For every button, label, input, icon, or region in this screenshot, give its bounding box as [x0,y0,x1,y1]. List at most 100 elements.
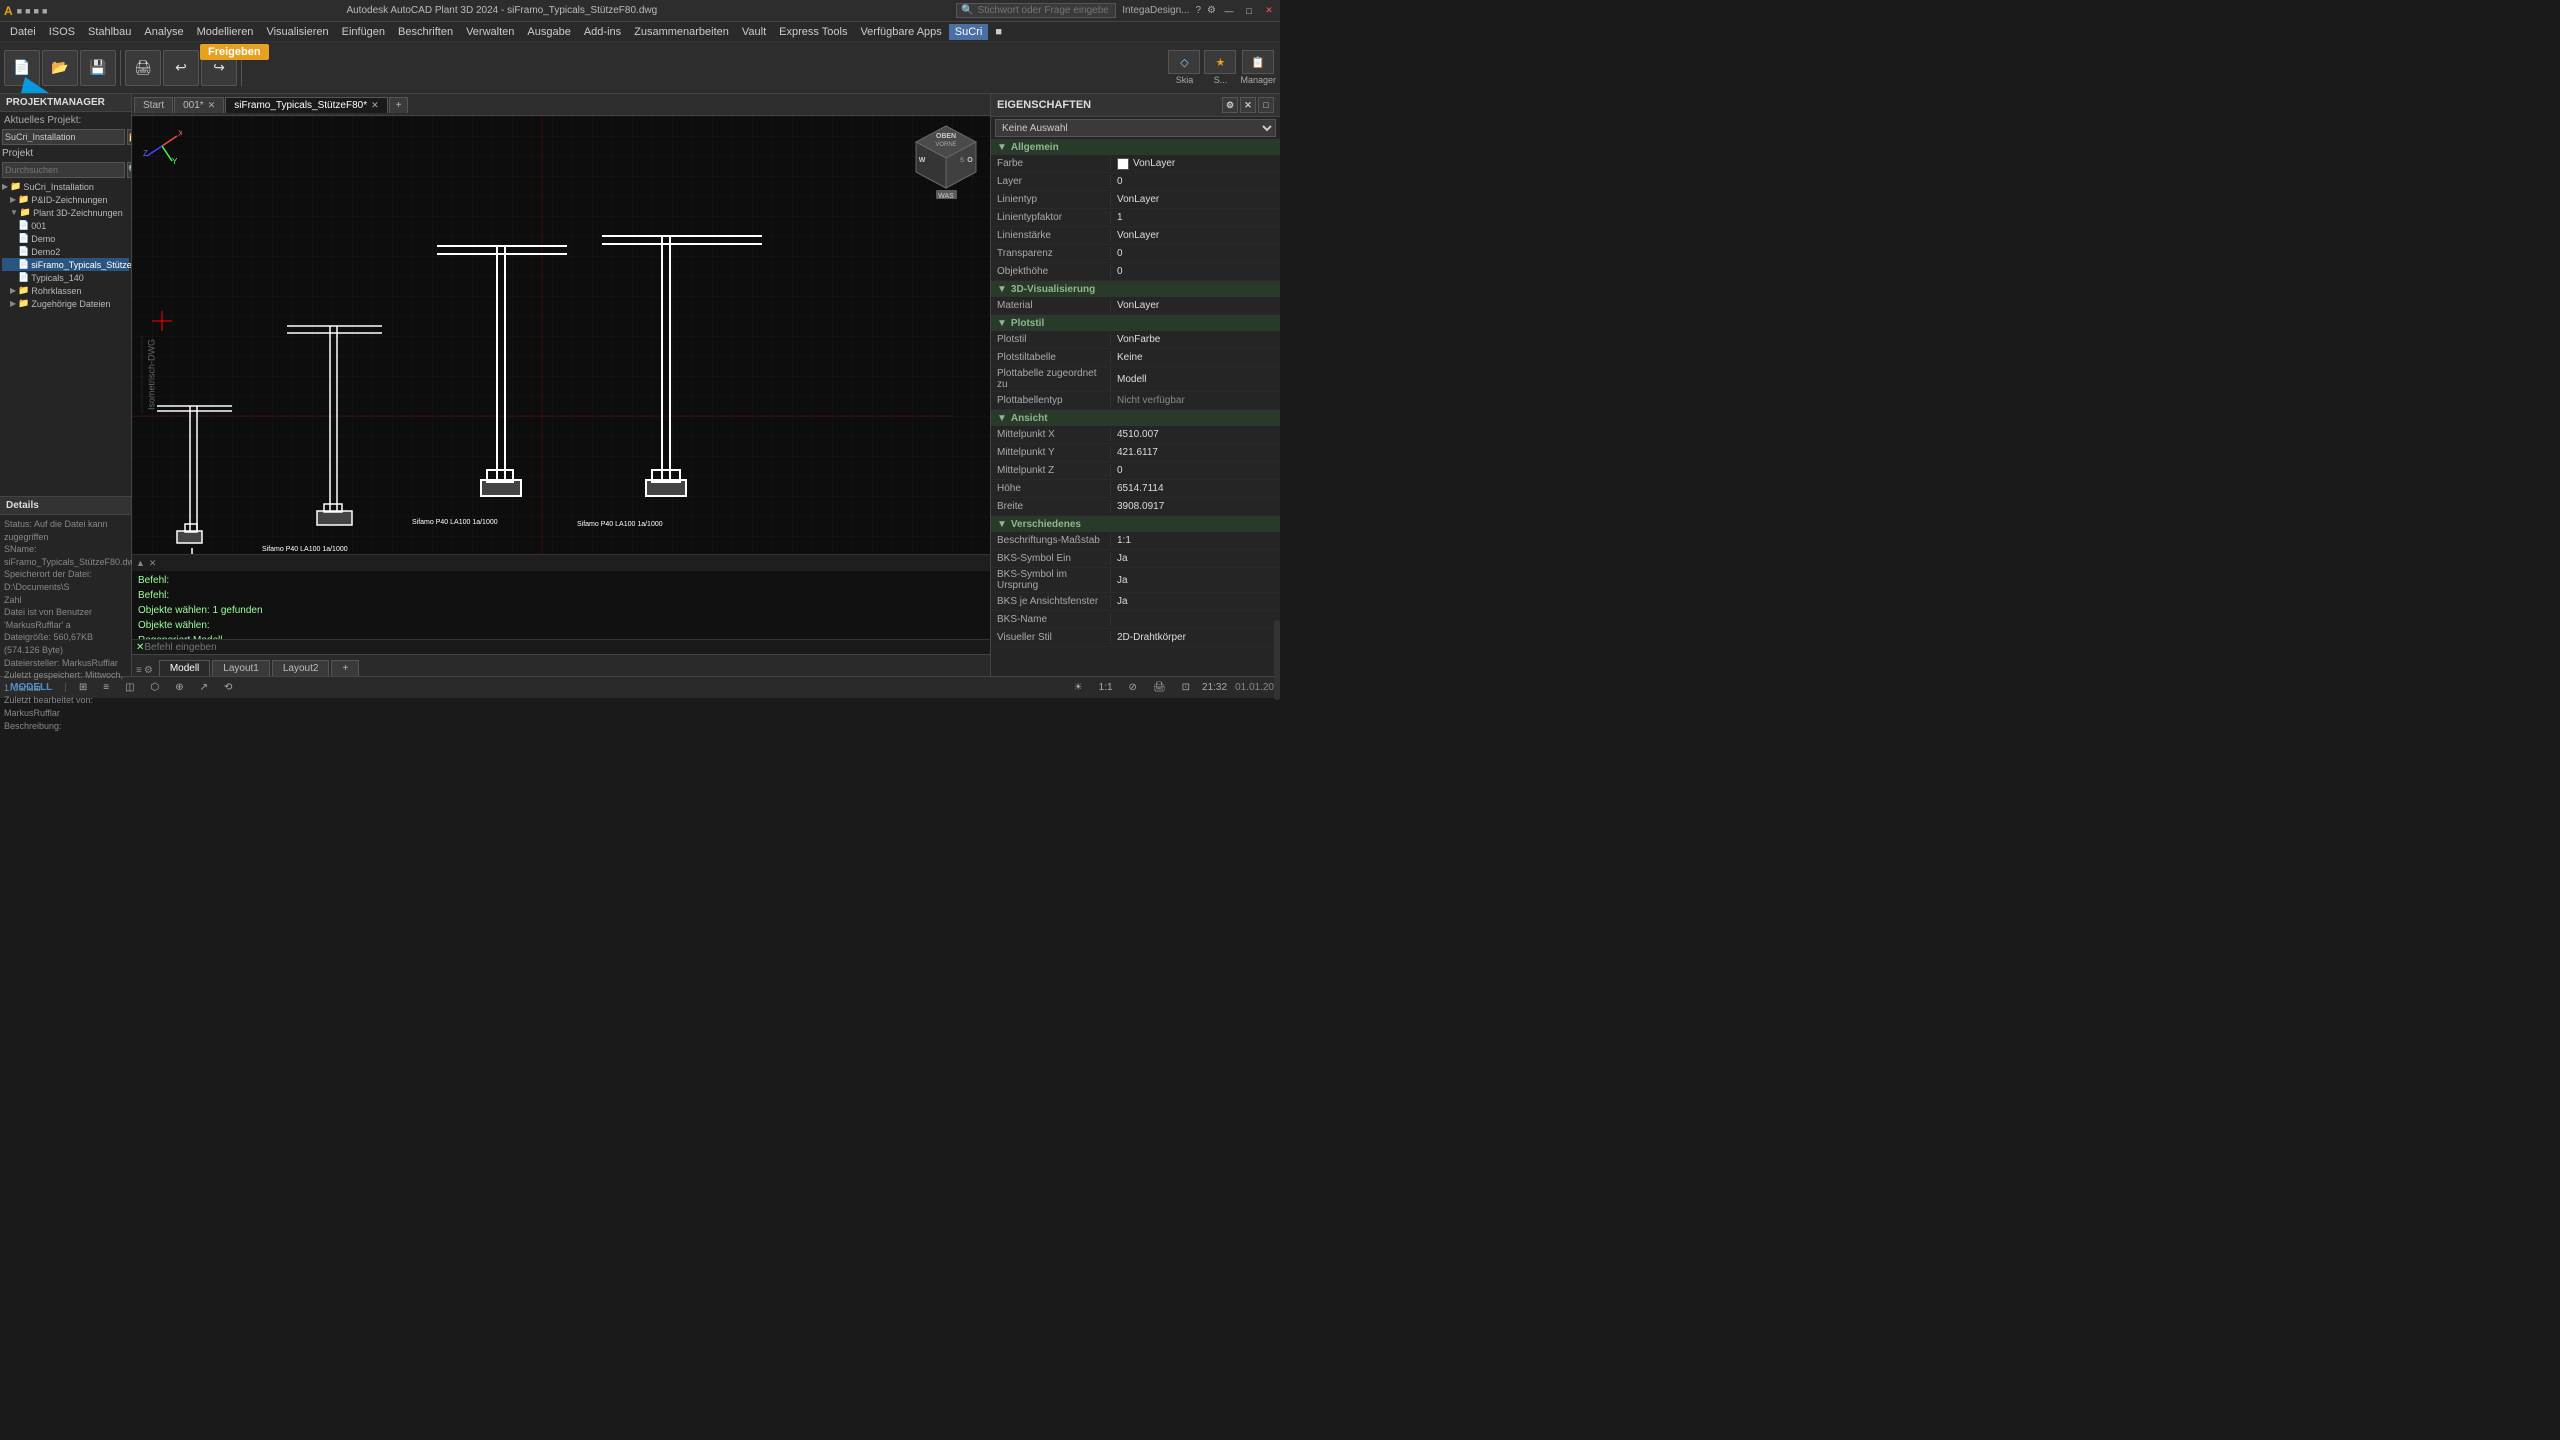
star-btn[interactable]: ★ S... [1204,50,1236,85]
status-hardcopy-btn[interactable]: 🖨 [1149,682,1170,693]
settings-icon[interactable]: ⚙ [1207,5,1216,16]
section-label: Verschiedenes [1011,519,1081,530]
tree-item-sucri[interactable]: ▶ 📁 SuCri_Installation [2,180,129,193]
search-bar[interactable]: 🔍 [956,3,1116,18]
manager-btn[interactable]: 📋 Manager [1240,50,1276,85]
tree-icon: 📁 [18,298,29,309]
tab-001[interactable]: 001* ✕ [174,97,224,113]
menu-isos[interactable]: ISOS [43,24,81,40]
close-btn[interactable]: ✕ [1262,4,1276,18]
model-settings-btn[interactable]: ⚙ [144,665,153,676]
status-date: 01.01.20 [1235,682,1274,693]
search-btn[interactable]: 🔍 [127,162,131,178]
status-isolate-btn[interactable]: ⊘ [1125,682,1141,693]
skia-btn[interactable]: ◇ Skia [1168,50,1200,85]
open-btn[interactable]: 📂 [42,50,78,86]
save-btn[interactable]: 💾 [80,50,116,86]
status-workspace[interactable]: ☀ [1070,682,1087,693]
tab-modell[interactable]: Modell [159,660,210,676]
section-plotstil[interactable]: ▼ Plotstil [991,315,1280,331]
tab-layout1[interactable]: Layout1 [212,660,270,676]
section-allgemein[interactable]: ▼ Allgemein [991,139,1280,155]
minimize-btn[interactable]: — [1222,4,1236,18]
prop-material: Material VonLayer [991,297,1280,315]
status-otrack-btn[interactable]: ↗ [196,682,212,693]
section-ansicht[interactable]: ▼ Ansicht [991,410,1280,426]
project-search[interactable] [2,162,125,178]
tree-item-pid[interactable]: ▶ 📁 P&ID-Zeichnungen [2,193,129,206]
tree-item-siframo[interactable]: 📄 siFramo_Typicals_StützeF80 [2,258,129,271]
project-combo[interactable] [2,129,125,145]
model-menu-btn[interactable]: ≡ [136,665,142,676]
cmd-line-1: Befehl: [138,573,984,588]
status-osnap-btn[interactable]: ⊕ [171,682,187,693]
print-btn[interactable]: 🖨 [125,50,161,86]
status-snap-btn[interactable]: ≡ [99,682,113,693]
cmd-input-row[interactable]: ✕ [132,639,990,655]
section-verschiedenes[interactable]: ▼ Verschiedenes [991,516,1280,532]
menu-visualisieren[interactable]: Visualisieren [260,24,334,40]
tree-icon: 📁 [10,181,21,192]
tree-item-typicals140[interactable]: 📄 Typicals_140 [2,271,129,284]
menu-beschriften[interactable]: Beschriften [392,24,459,40]
props-btn1[interactable]: ⚙ [1222,97,1238,113]
new-btn[interactable]: 📄 [4,50,40,86]
tree-item-demo[interactable]: 📄 Demo [2,232,129,245]
prop-bks-ansichtsfenster: BKS je Ansichtsfenster Ja [991,593,1280,611]
tree-arrow: ▶ [10,286,16,295]
status-props-btn[interactable]: ⊡ [1178,682,1194,693]
help-icon[interactable]: ? [1195,5,1201,16]
status-modell[interactable]: MODELL [6,682,56,693]
tree-item-001[interactable]: 📄 001 [2,219,129,232]
drawing-canvas[interactable]: Isometrisch-DWG OBEN VORNE S W O [132,116,990,554]
undo-btn[interactable]: ↩ [163,50,199,86]
tree-item-rohrklassen[interactable]: ▶ 📁 Rohrklassen [2,284,129,297]
tree-label: Demo [31,234,55,244]
status-dynmode-btn[interactable]: ⟲ [220,682,236,693]
menu-stahlbau[interactable]: Stahlbau [82,24,137,40]
section-3d[interactable]: ▼ 3D-Visualisierung [991,281,1280,297]
tree-icon: 📁 [20,207,31,218]
props-btn3[interactable]: □ [1258,97,1274,113]
menu-einfuegen[interactable]: Einfügen [336,24,391,40]
tab-siframo[interactable]: siFramo_Typicals_StützeF80* ✕ [225,97,387,113]
tab-layout2[interactable]: Layout2 [272,660,330,676]
tree-item-zugehoerige[interactable]: ▶ 📁 Zugehörige Dateien [2,297,129,310]
props-selection-combo[interactable]: Keine Auswahl [995,119,1276,137]
prop-bks-symbol-ein: BKS-Symbol Ein Ja [991,550,1280,568]
menu-addins[interactable]: Add-ins [578,24,627,40]
tab-add-layout[interactable]: + [331,660,359,676]
cmd-line-2: Befehl: [138,588,984,603]
menu-sucri[interactable]: SuCri [949,24,989,40]
menu-verfuegbare-apps[interactable]: Verfügbare Apps [854,24,947,40]
menu-express-tools[interactable]: Express Tools [773,24,853,40]
prop-breite: Breite 3908.0917 [991,498,1280,516]
status-polar-btn[interactable]: ⬡ [147,682,164,693]
search-input[interactable] [978,5,1108,16]
freigeben-badge[interactable]: Freigeben [200,44,269,60]
menu-datei[interactable]: Datei [4,24,42,40]
menu-ausgabe[interactable]: Ausgabe [521,24,576,40]
props-btn2[interactable]: ✕ [1240,97,1256,113]
props-select-row: Keine Auswahl [995,119,1276,137]
tree-item-demo2[interactable]: 📄 Demo2 [2,245,129,258]
menu-more[interactable]: ■ [989,24,1008,40]
menu-modellieren[interactable]: Modellieren [191,24,260,40]
tree-item-plant3d[interactable]: ▼ 📁 Plant 3D-Zeichnungen [2,206,129,219]
menu-vault[interactable]: Vault [736,24,772,40]
tree-icon: 📄 [18,272,29,283]
status-annotation-btn[interactable]: 1:1 [1095,682,1117,693]
maximize-btn[interactable]: □ [1242,4,1256,18]
tab-new[interactable]: + [389,97,409,113]
viewport-cube[interactable]: OBEN VORNE S W O WAS [914,124,974,194]
cmd-input[interactable] [144,642,986,653]
menu-verwalten[interactable]: Verwalten [460,24,520,40]
tab-close-btn[interactable]: ✕ [371,100,379,111]
status-grid-btn[interactable]: ⊞ [75,682,91,693]
menu-analyse[interactable]: Analyse [138,24,189,40]
tab-close-btn[interactable]: ✕ [208,100,216,111]
menu-zusammenarbeiten[interactable]: Zusammenarbeiten [628,24,735,40]
status-ortho-btn[interactable]: ◫ [121,682,138,693]
proj-open-btn[interactable]: 📁 [127,129,131,145]
tab-start[interactable]: Start [134,97,173,113]
